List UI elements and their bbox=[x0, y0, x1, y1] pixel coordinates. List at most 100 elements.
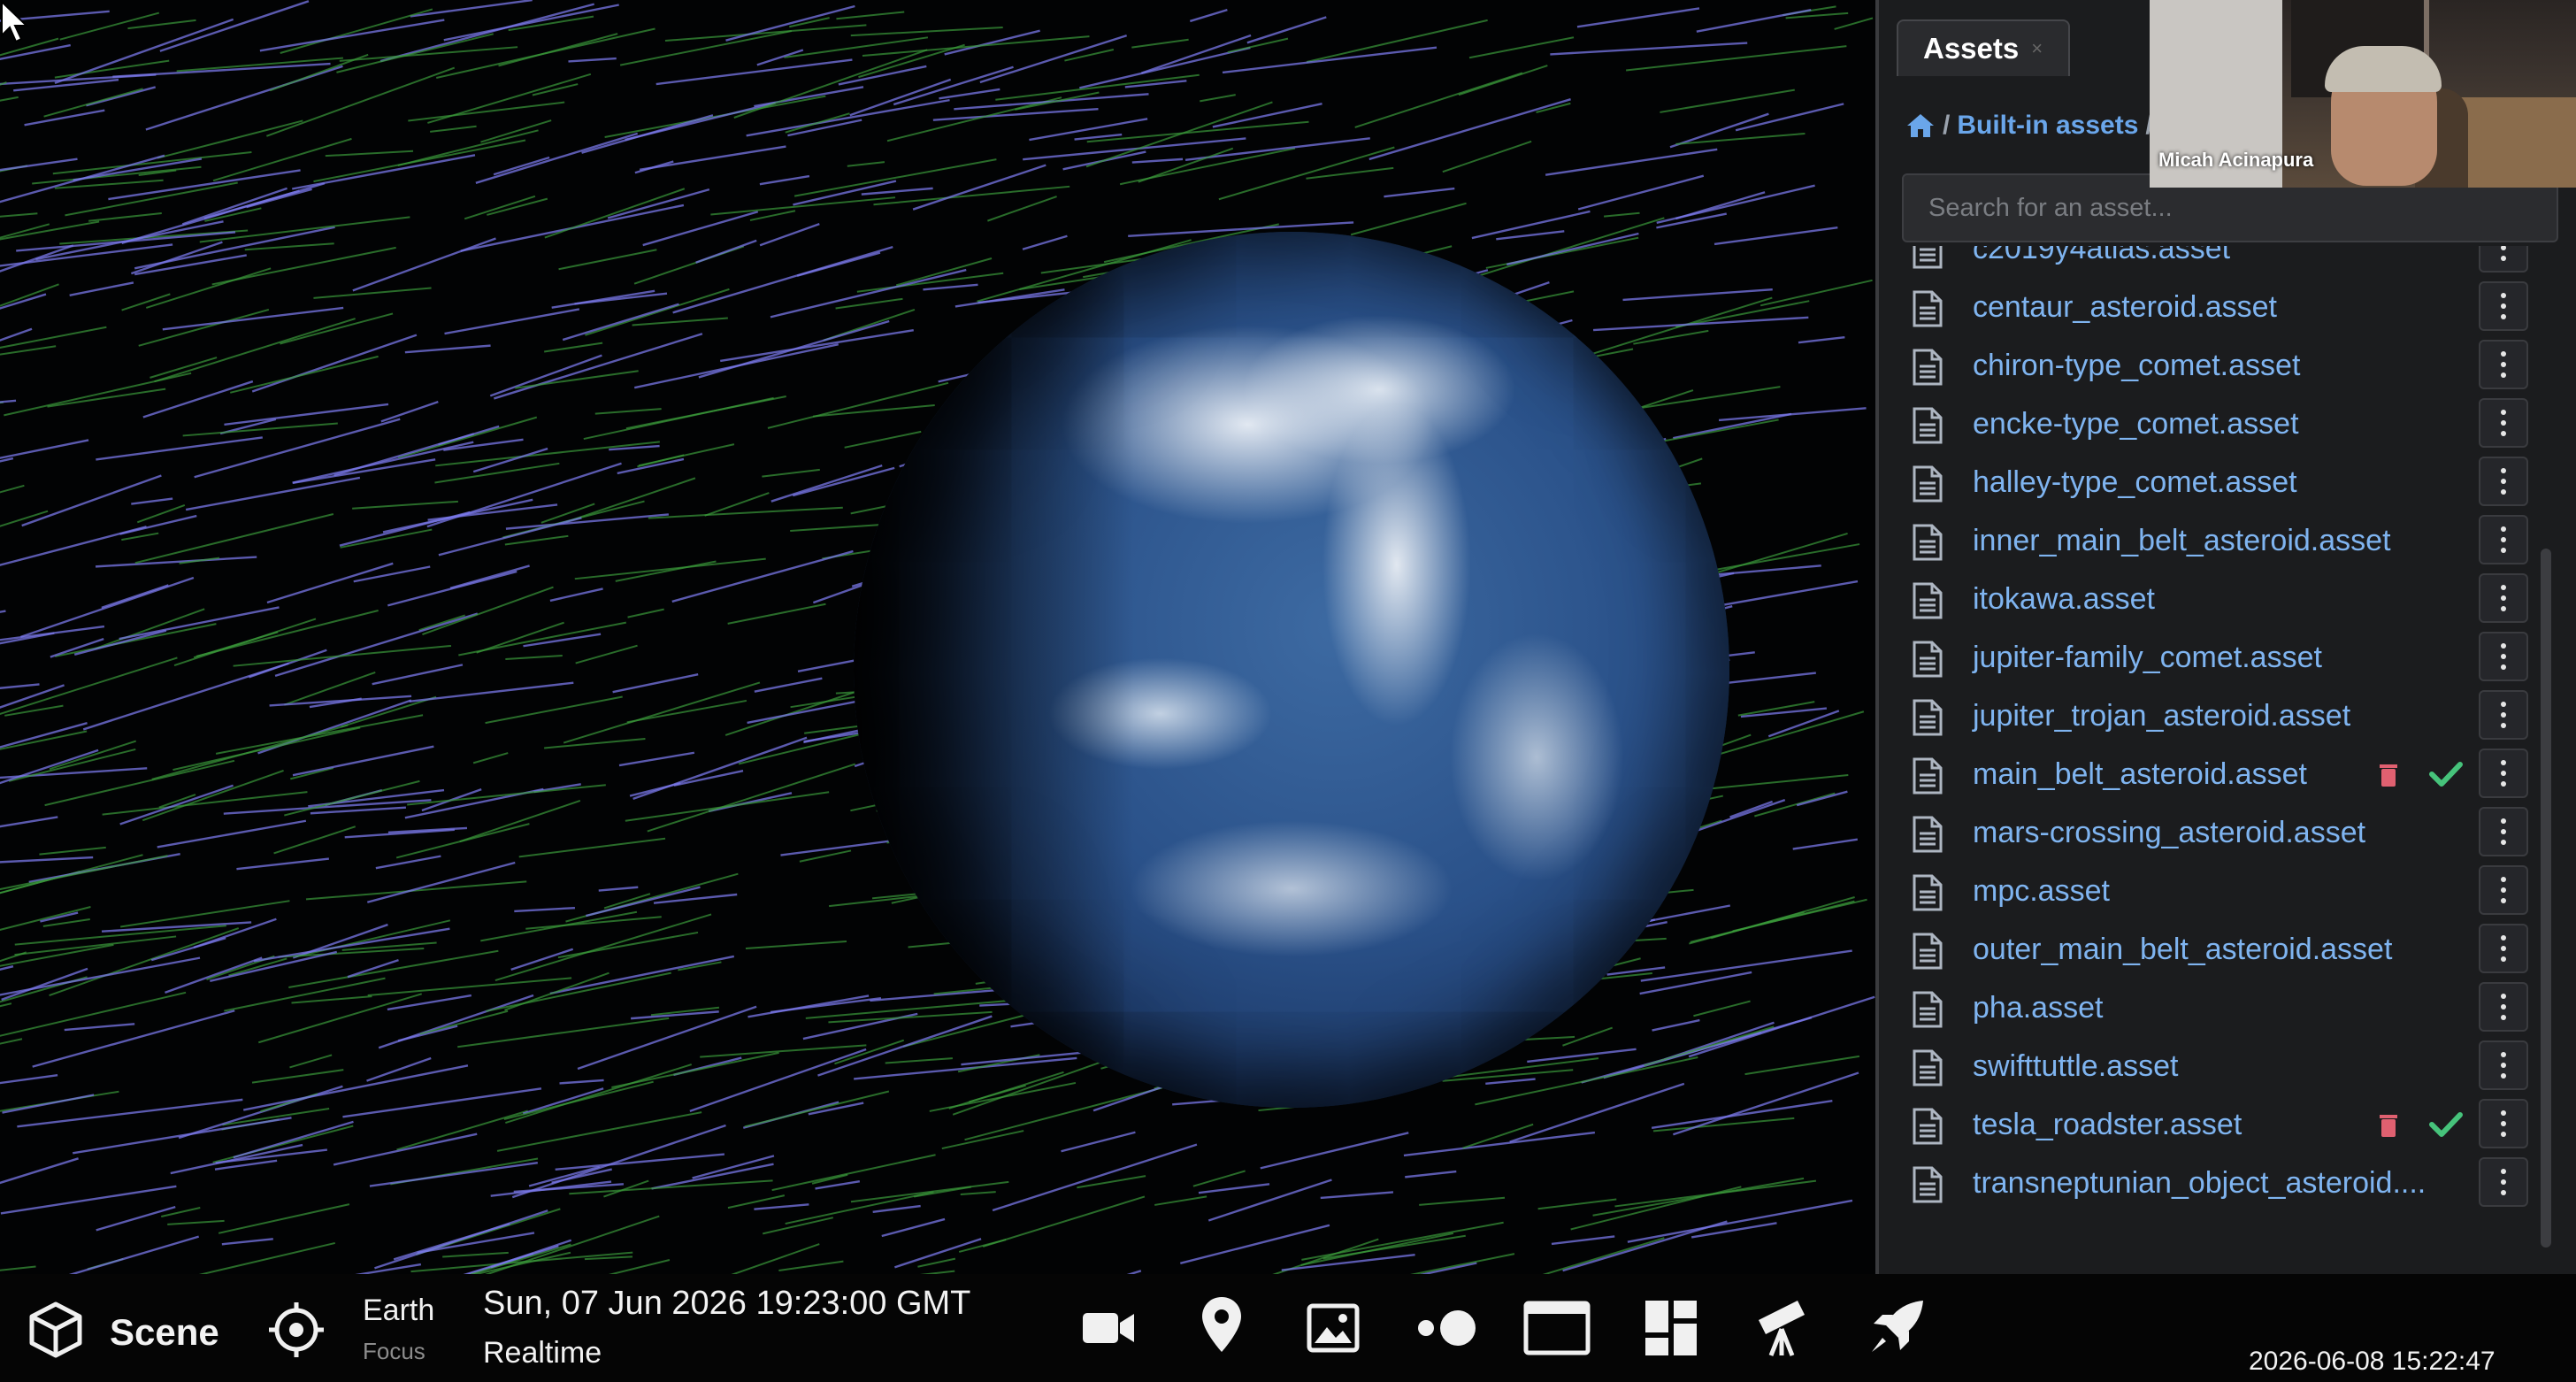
asset-row[interactable]: chiron-type_comet.asset bbox=[1879, 336, 2551, 395]
asteroid-trail bbox=[1354, 72, 1523, 128]
asset-menu-button[interactable] bbox=[2479, 865, 2528, 915]
more-vertical-icon bbox=[2501, 1166, 2506, 1198]
asteroid-trail bbox=[0, 610, 6, 613]
asset-menu-button[interactable] bbox=[2479, 807, 2528, 856]
asteroid-trail bbox=[0, 951, 27, 963]
breadcrumb-built-in-assets[interactable]: Built-in assets bbox=[1957, 111, 2138, 141]
scene-label[interactable]: Scene bbox=[110, 1311, 219, 1354]
focus-name[interactable]: Earth bbox=[363, 1294, 434, 1328]
asset-row[interactable]: tesla_roadster.asset bbox=[1879, 1095, 2551, 1154]
asset-menu-button[interactable] bbox=[2479, 281, 2528, 331]
asset-name[interactable]: itokawa.asset bbox=[1973, 582, 2155, 617]
asset-row[interactable]: centaur_asteroid.asset bbox=[1879, 278, 2551, 336]
asset-menu-button[interactable] bbox=[2479, 1040, 2528, 1090]
asset-row[interactable]: c2019y4atlas.asset bbox=[1879, 246, 2551, 278]
asset-menu-button[interactable] bbox=[2479, 1099, 2528, 1148]
asteroid-trail bbox=[0, 656, 178, 716]
asteroid-trail bbox=[95, 556, 257, 568]
asset-name[interactable]: main_belt_asteroid.asset bbox=[1973, 757, 2307, 792]
asteroid-trail bbox=[1673, 1071, 1859, 1136]
screenshot-button[interactable] bbox=[1306, 1301, 1361, 1360]
asset-name[interactable]: mars-crossing_asteroid.asset bbox=[1973, 816, 2365, 850]
camera-button[interactable] bbox=[1081, 1301, 1136, 1360]
asset-row[interactable]: halley-type_comet.asset bbox=[1879, 453, 2551, 511]
simulation-time[interactable]: Sun, 07 Jun 2026 19:23:00 GMT bbox=[483, 1285, 970, 1323]
asteroid-trail bbox=[1485, 1078, 1536, 1086]
asset-row[interactable]: pha.asset bbox=[1879, 979, 2551, 1037]
asset-row[interactable]: mpc.asset bbox=[1879, 862, 2551, 920]
asset-menu-button[interactable] bbox=[2479, 573, 2528, 623]
asteroid-trail bbox=[366, 1056, 432, 1082]
asteroid-trail bbox=[397, 416, 538, 459]
asteroid-trail bbox=[619, 30, 793, 66]
asset-row[interactable]: encke-type_comet.asset bbox=[1879, 395, 2551, 453]
asset-name[interactable]: inner_main_belt_asteroid.asset bbox=[1973, 524, 2391, 558]
scene-button[interactable] bbox=[27, 1301, 85, 1363]
asset-name[interactable]: pha.asset bbox=[1973, 991, 2103, 1025]
asteroid-trail bbox=[280, 312, 394, 345]
asset-name[interactable]: jupiter-family_comet.asset bbox=[1973, 641, 2322, 675]
asteroid-trail bbox=[1180, 1224, 1330, 1264]
asset-row[interactable]: inner_main_belt_asteroid.asset bbox=[1879, 511, 2551, 570]
asset-row[interactable]: transneptunian_object_asteroid.... bbox=[1879, 1154, 2551, 1212]
asset-name[interactable]: chiron-type_comet.asset bbox=[1973, 349, 2300, 383]
asset-menu-button[interactable] bbox=[2479, 924, 2528, 973]
asset-menu-button[interactable] bbox=[2479, 690, 2528, 740]
asset-name[interactable]: c2019y4atlas.asset bbox=[1973, 246, 2230, 266]
telescope-button[interactable] bbox=[1752, 1294, 1817, 1363]
asteroid-trail bbox=[584, 1255, 633, 1261]
asset-row[interactable]: itokawa.asset bbox=[1879, 570, 2551, 628]
location-button[interactable] bbox=[1200, 1295, 1244, 1358]
mouse-cursor-icon bbox=[0, 0, 29, 43]
asteroid-trail bbox=[1551, 1235, 1615, 1246]
trash-icon[interactable] bbox=[2379, 763, 2398, 787]
exoplanets-button[interactable] bbox=[1414, 1304, 1479, 1356]
asset-row[interactable]: outer_main_belt_asteroid.asset bbox=[1879, 920, 2551, 979]
space-viewport[interactable] bbox=[0, 0, 1875, 1274]
asset-row[interactable]: swifttuttle.asset bbox=[1879, 1037, 2551, 1095]
asteroid-trail bbox=[1086, 120, 1309, 143]
tab-assets[interactable]: Assets × bbox=[1897, 19, 2070, 76]
asset-menu-button[interactable] bbox=[2479, 749, 2528, 798]
asset-menu-button[interactable] bbox=[2479, 1157, 2528, 1207]
rocket-button[interactable] bbox=[1865, 1294, 1930, 1363]
asset-menu-button[interactable] bbox=[2479, 515, 2528, 564]
dashboard-button[interactable] bbox=[1644, 1299, 1698, 1362]
asset-menu-button[interactable] bbox=[2479, 340, 2528, 389]
asset-menu-button[interactable] bbox=[2479, 632, 2528, 681]
asset-name[interactable]: swifttuttle.asset bbox=[1973, 1049, 2178, 1084]
window-button[interactable] bbox=[1523, 1299, 1591, 1362]
asteroid-trail bbox=[1718, 407, 1867, 422]
asset-name[interactable]: transneptunian_object_asteroid.... bbox=[1973, 1166, 2426, 1201]
asset-name[interactable]: outer_main_belt_asteroid.asset bbox=[1973, 933, 2392, 967]
asteroid-trail bbox=[1639, 971, 1752, 995]
asset-menu-button[interactable] bbox=[2479, 246, 2528, 273]
asteroid-trail bbox=[960, 1191, 996, 1195]
asset-menu-button[interactable] bbox=[2479, 457, 2528, 506]
asteroid-trail bbox=[64, 1023, 135, 1032]
participant-name: Micah Acinapura bbox=[2158, 149, 2314, 171]
asset-list-scrollbar[interactable] bbox=[2541, 549, 2551, 1248]
asset-name[interactable]: jupiter_trojan_asteroid.asset bbox=[1973, 699, 2350, 733]
asset-row[interactable]: jupiter-family_comet.asset bbox=[1879, 628, 2551, 687]
asteroid-trail bbox=[493, 156, 550, 176]
asset-menu-button[interactable] bbox=[2479, 398, 2528, 448]
focus-button[interactable] bbox=[267, 1301, 326, 1363]
asset-name[interactable]: mpc.asset bbox=[1973, 874, 2110, 909]
asset-row[interactable]: mars-crossing_asteroid.asset bbox=[1879, 803, 2551, 862]
asset-menu-button[interactable] bbox=[2479, 982, 2528, 1032]
asset-name[interactable]: halley-type_comet.asset bbox=[1973, 465, 2297, 500]
asset-row[interactable]: main_belt_asteroid.asset bbox=[1879, 745, 2551, 803]
asset-name[interactable]: tesla_roadster.asset bbox=[1973, 1108, 2242, 1142]
asset-name[interactable]: centaur_asteroid.asset bbox=[1973, 290, 2277, 325]
more-vertical-icon bbox=[2501, 349, 2506, 380]
simulation-rate[interactable]: Realtime bbox=[483, 1336, 602, 1370]
asset-name[interactable]: encke-type_comet.asset bbox=[1973, 407, 2299, 441]
tab-close-icon[interactable]: × bbox=[2031, 37, 2043, 60]
asset-row[interactable]: jupiter_trojan_asteroid.asset bbox=[1879, 687, 2551, 745]
asteroid-trail bbox=[387, 994, 472, 1011]
home-icon[interactable] bbox=[1905, 112, 1936, 139]
asteroid-trail bbox=[834, 1039, 905, 1065]
trash-icon[interactable] bbox=[2379, 1113, 2398, 1138]
asteroid-trail bbox=[720, 329, 914, 363]
